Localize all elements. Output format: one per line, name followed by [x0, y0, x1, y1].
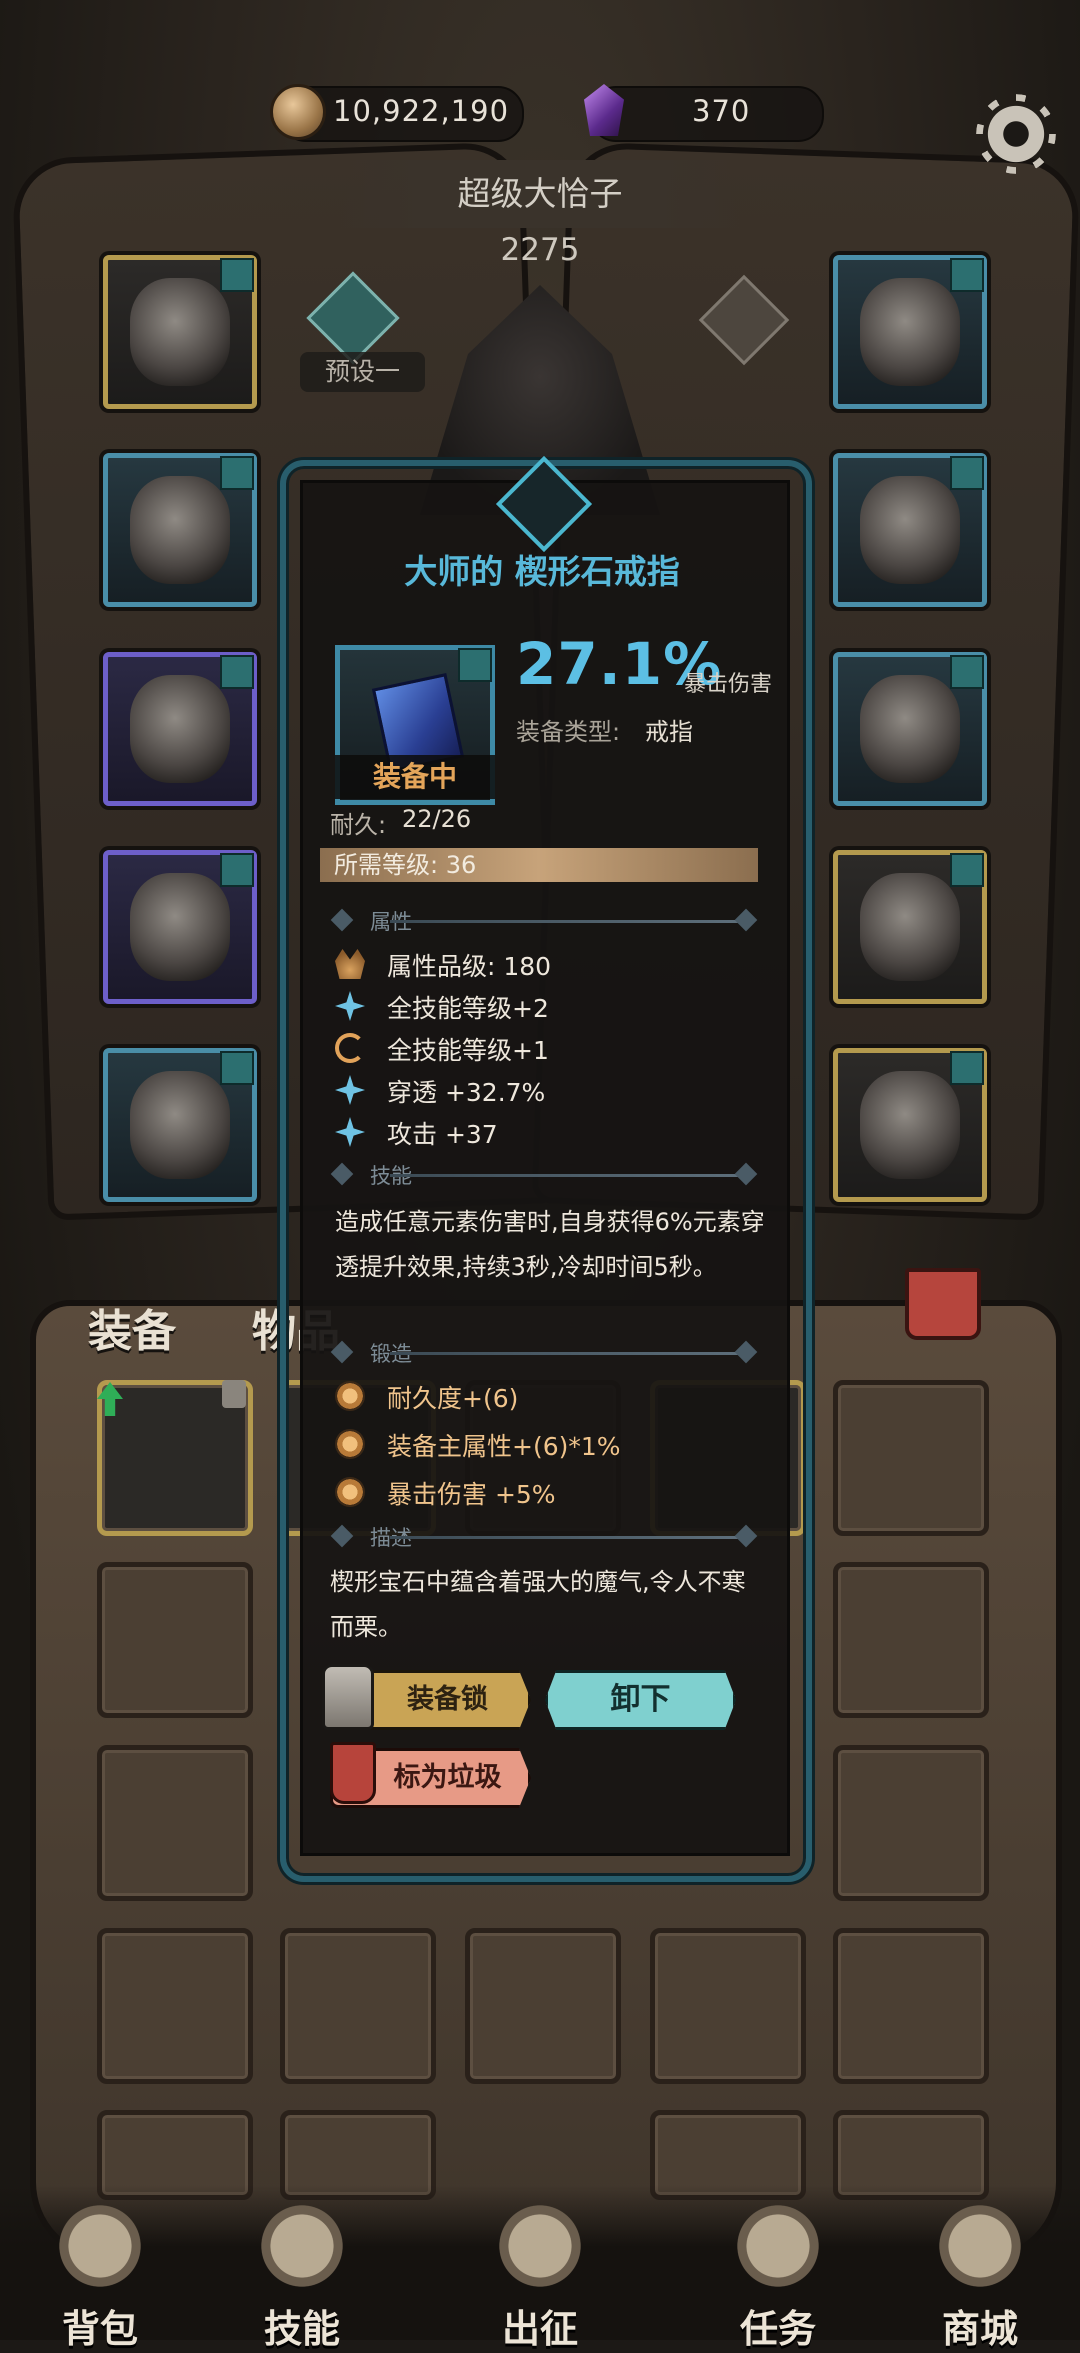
attribute-text: 攻击 +37	[387, 1120, 498, 1149]
trash-bin-icon	[330, 1742, 376, 1804]
bag-cell[interactable]	[97, 1928, 253, 2084]
gold-coin-icon	[270, 84, 326, 140]
forge-dot-icon	[335, 1477, 365, 1507]
attribute-text: 全技能等级+1	[387, 1036, 549, 1065]
skill-book-icon	[256, 2200, 348, 2292]
required-level: 所需等级: 36	[320, 848, 758, 882]
lock-button-label: 装备锁	[407, 1684, 488, 1715]
bag-cell[interactable]	[833, 1562, 989, 1718]
attribute-text: 全技能等级+2	[387, 994, 549, 1023]
tab-equipment[interactable]: 装备	[88, 1295, 176, 1359]
hero-name: 超级大恰子	[340, 160, 740, 228]
equip-slot-ring-1[interactable]	[833, 453, 987, 607]
forge-text: 暴击伤害 +5%	[387, 1480, 556, 1509]
equip-slot-armor[interactable]	[103, 453, 257, 607]
bag-cell[interactable]	[97, 1562, 253, 1718]
item-description: 楔形宝石中蕴含着强大的魔气,令人不寒而栗。	[330, 1568, 746, 1641]
section-skill: 技能	[330, 1160, 760, 1190]
bag-cell[interactable]	[833, 1928, 989, 2084]
gold-amount: 10,922,190	[333, 94, 510, 128]
attribute-text: 穿透 +32.7%	[387, 1078, 546, 1107]
bag-cell[interactable]	[280, 1928, 436, 2084]
equip-slot-pants[interactable]	[103, 850, 257, 1004]
durability-label: 耐久:	[330, 811, 387, 839]
equip-slot-boots[interactable]	[103, 1048, 257, 1202]
nav-quests[interactable]: 任务	[678, 2200, 878, 2353]
forge-dot-icon	[335, 1429, 365, 1459]
equip-slot-offhand[interactable]	[833, 1048, 987, 1202]
main-stat-name: 暴击伤害	[684, 672, 773, 697]
backpack-icon	[54, 2200, 146, 2292]
nav-backpack[interactable]: 背包	[0, 2200, 200, 2353]
trash-can-icon[interactable]	[905, 1268, 981, 1340]
nav-expedition[interactable]: 出征	[440, 2200, 640, 2353]
item-title: 大师的 楔形石戒指	[404, 552, 680, 591]
sword-scroll-icon	[494, 2200, 586, 2292]
equip-slot-helmet[interactable]	[103, 255, 257, 409]
settings-gear-icon[interactable]	[982, 100, 1050, 168]
durability-value: 22/26	[402, 805, 472, 833]
item-type-value: 戒指	[645, 718, 693, 746]
equip-slot-gloves[interactable]	[103, 652, 257, 806]
section-attributes: 属性	[330, 906, 760, 936]
equipped-label: 装备中	[335, 755, 495, 799]
quest-horn-icon	[732, 2200, 824, 2292]
equip-slot-weapon[interactable]	[833, 850, 987, 1004]
attribute-text: 属性品级: 180	[387, 952, 552, 981]
lock-icon	[222, 1380, 246, 1408]
shop-crown-icon	[934, 2200, 1026, 2292]
cycle-icon	[335, 1033, 365, 1063]
nav-label: 出征	[501, 2307, 578, 2351]
hero-power: 2275	[500, 232, 580, 268]
section-description: 描述	[330, 1522, 760, 1552]
skill-description: 造成任意元素伤害时,自身获得6%元素穿透提升效果,持续3秒,冷却时间5秒。	[335, 1208, 765, 1281]
nav-label: 任务	[739, 2307, 816, 2351]
nav-shop[interactable]: 商城	[880, 2200, 1080, 2353]
bag-cell[interactable]	[465, 1928, 621, 2084]
bag-cell[interactable]	[833, 1745, 989, 1901]
nav-label: 技能	[263, 2307, 340, 2351]
preset-button[interactable]: 预设一	[300, 352, 425, 392]
item-type-label: 装备类型:	[516, 718, 621, 746]
forge-text: 装备主属性+(6)*1%	[387, 1432, 621, 1461]
nav-label: 背包	[61, 2307, 138, 2351]
nav-label: 商城	[941, 2307, 1018, 2351]
bag-cell[interactable]	[97, 1745, 253, 1901]
forge-text: 耐久度+(6)	[387, 1384, 519, 1413]
bag-cell[interactable]	[650, 1928, 806, 2084]
forge-dot-icon	[335, 1381, 365, 1411]
trash-button-label: 标为垃圾	[393, 1762, 502, 1793]
equip-slot-ring-2[interactable]	[833, 652, 987, 806]
section-forge: 锻造	[330, 1338, 760, 1368]
padlock-icon	[322, 1664, 374, 1730]
gem-amount: 370	[692, 94, 751, 128]
bag-cell[interactable]	[833, 1380, 989, 1536]
nav-skills[interactable]: 技能	[202, 2200, 402, 2353]
unequip-button[interactable]: 卸下	[545, 1670, 736, 1730]
equip-slot-necklace[interactable]	[833, 255, 987, 409]
